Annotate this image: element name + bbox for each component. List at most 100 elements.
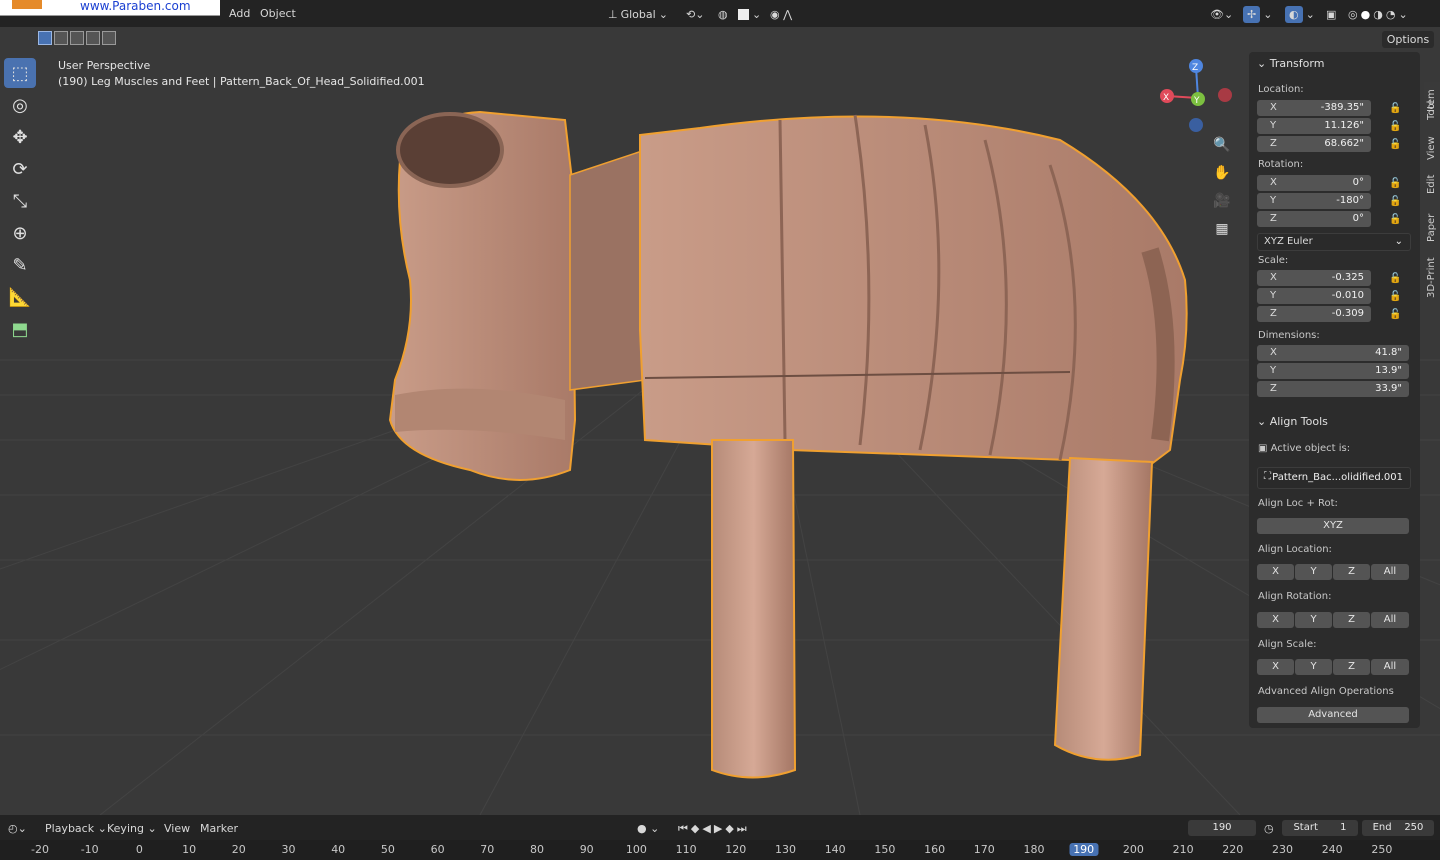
rotation-x-field[interactable]: X 0°	[1257, 175, 1371, 191]
neg-z-axis-icon[interactable]	[1189, 118, 1203, 132]
select-new-icon[interactable]	[38, 31, 52, 45]
align-rotation-y-button[interactable]: Y	[1295, 612, 1332, 628]
move-tool-icon[interactable]: ✥	[4, 122, 36, 152]
current-frame-marker[interactable]: 190	[1069, 843, 1099, 856]
align-xyz-button[interactable]: XYZ	[1257, 518, 1409, 534]
align-rotation-all-button[interactable]: All	[1371, 612, 1409, 628]
location-y-field[interactable]: Y 11.126"	[1257, 118, 1371, 134]
select-subtract-icon[interactable]	[70, 31, 84, 45]
jump-end-icon[interactable]: ⏭	[737, 822, 750, 835]
overlay-toggle[interactable]: ◐ ⌄	[1285, 5, 1315, 23]
xray-toggle[interactable]: ▣	[1326, 5, 1336, 23]
menu-object[interactable]: Object	[260, 7, 296, 20]
pan-hand-icon[interactable]: ✋	[1210, 161, 1234, 185]
snap-toggle[interactable]: ◍	[718, 5, 728, 23]
current-frame-field[interactable]: 190	[1188, 820, 1256, 836]
select-difference-icon[interactable]	[86, 31, 100, 45]
align-rotation-z-button[interactable]: Z	[1333, 612, 1370, 628]
end-frame-field[interactable]: End 250	[1362, 820, 1434, 836]
rendered-shading-icon[interactable]: ◔	[1386, 8, 1396, 21]
rotation-mode-dropdown[interactable]: XYZ Euler ⌄	[1257, 233, 1411, 251]
dimension-y-field[interactable]: Y 13.9"	[1257, 363, 1409, 379]
align-scale-all-button[interactable]: All	[1371, 659, 1409, 675]
lock-icon[interactable]: 🔓	[1389, 196, 1403, 208]
jump-start-icon[interactable]: ⏮	[678, 822, 691, 835]
align-location-all-button[interactable]: All	[1371, 564, 1409, 580]
lock-icon[interactable]: 🔓	[1389, 291, 1403, 303]
transform-orientation-dropdown[interactable]: ⊥ Global ⌄	[608, 5, 668, 23]
marker-menu[interactable]: Marker	[200, 822, 238, 835]
axis-gizmo[interactable]: Z X Y	[1155, 55, 1235, 135]
scale-x-field[interactable]: X -0.325	[1257, 270, 1371, 286]
dimension-z-field[interactable]: Z 33.9"	[1257, 381, 1409, 397]
rotation-y-field[interactable]: Y -180°	[1257, 193, 1371, 209]
lock-icon[interactable]: 🔓	[1389, 273, 1403, 285]
lock-icon[interactable]: 🔓	[1389, 121, 1403, 133]
options-dropdown[interactable]: Options	[1382, 31, 1434, 48]
navigation-gizmo[interactable]: Z X Y	[1155, 55, 1235, 135]
play-reverse-icon[interactable]: ◀	[702, 822, 713, 835]
material-shading-icon[interactable]: ◑	[1373, 8, 1383, 21]
location-x-field[interactable]: X -389.35"	[1257, 100, 1371, 116]
scale-z-field[interactable]: Z -0.309	[1257, 306, 1371, 322]
pivot-point-dropdown[interactable]: ⟲⌄	[686, 5, 704, 23]
editor-type-icon[interactable]: ◴⌄	[8, 822, 27, 835]
select-box-tool-icon[interactable]: ⬚	[4, 58, 36, 88]
align-scale-y-button[interactable]: Y	[1295, 659, 1332, 675]
menu-add[interactable]: Add	[229, 7, 250, 20]
preview-range-icon[interactable]: ◷	[1264, 822, 1274, 835]
start-frame-field[interactable]: Start 1	[1282, 820, 1358, 836]
frame-tick: 50	[380, 843, 395, 856]
select-intersect-icon[interactable]	[102, 31, 116, 45]
dimension-x-field[interactable]: X 41.8"	[1257, 345, 1409, 361]
align-location-z-button[interactable]: Z	[1333, 564, 1370, 580]
view-menu[interactable]: View	[164, 822, 190, 835]
align-scale-z-button[interactable]: Z	[1333, 659, 1370, 675]
transform-tool-icon[interactable]: ⊕	[4, 218, 36, 248]
camera-icon[interactable]: 🎥	[1210, 189, 1234, 213]
location-z-field[interactable]: Z 68.662"	[1257, 136, 1371, 152]
annotate-tool-icon[interactable]: ✎	[4, 250, 36, 280]
shading-modes[interactable]: ◎ ● ◑ ◔ ⌄	[1348, 5, 1408, 23]
rotation-z-field[interactable]: Z 0°	[1257, 211, 1371, 227]
cursor-tool-icon[interactable]: ◎	[4, 90, 36, 120]
ortho-grid-icon[interactable]: ▦	[1210, 217, 1234, 241]
solid-shading-icon[interactable]: ●	[1361, 8, 1371, 21]
select-extend-icon[interactable]	[54, 31, 68, 45]
scale-tool-icon[interactable]: ⤡	[4, 186, 36, 216]
align-location-y-button[interactable]: Y	[1295, 564, 1332, 580]
measure-tool-icon[interactable]: 📐	[4, 282, 36, 312]
lock-icon[interactable]: 🔓	[1389, 214, 1403, 226]
checkbox-icon[interactable]: ▣	[1258, 443, 1267, 454]
lock-icon[interactable]: 🔓	[1389, 103, 1403, 115]
proportional-editing[interactable]: ◉ ⋀	[770, 5, 792, 23]
frame-ruler[interactable]: -20 -10 0 10 20 30 40 50 60 70 80 90 100 110 120 130 140…	[0, 840, 1440, 860]
add-cube-tool-icon[interactable]: ⬒	[4, 314, 36, 344]
advanced-button[interactable]: Advanced	[1257, 707, 1409, 723]
wireframe-shading-icon[interactable]: ◎	[1348, 8, 1358, 21]
frame-tick: 230	[1272, 843, 1293, 856]
lock-icon[interactable]: 🔓	[1389, 309, 1403, 321]
lock-icon[interactable]: 🔓	[1389, 139, 1403, 151]
align-rotation-x-button[interactable]: X	[1257, 612, 1294, 628]
next-keyframe-icon[interactable]: ◆	[725, 822, 736, 835]
gizmo-toggle[interactable]: ✢ ⌄	[1243, 5, 1272, 23]
play-icon[interactable]: ▶	[714, 822, 725, 835]
align-tools-header[interactable]: ⌄ Align Tools	[1257, 415, 1328, 428]
transform-header[interactable]: ⌄ Transform	[1257, 57, 1324, 70]
active-object-field[interactable]: ⛶ Pattern_Bac...olidified.001	[1257, 467, 1411, 489]
neg-x-axis-icon[interactable]	[1218, 88, 1232, 102]
record-toggle[interactable]: ● ⌄	[637, 822, 659, 835]
rotate-tool-icon[interactable]: ⟳	[4, 154, 36, 184]
scale-y-field[interactable]: Y -0.010	[1257, 288, 1371, 304]
align-location-x-button[interactable]: X	[1257, 564, 1294, 580]
prev-keyframe-icon[interactable]: ◆	[691, 822, 702, 835]
lock-icon[interactable]: 🔓	[1389, 178, 1403, 190]
selected-mesh[interactable]	[388, 110, 1188, 779]
playback-menu[interactable]: Playback ⌄	[45, 822, 107, 835]
snap-target-dropdown[interactable]: ⌄	[738, 5, 761, 23]
visibility-dropdown[interactable]: 👁⌄	[1210, 5, 1233, 23]
keying-menu[interactable]: Keying ⌄	[107, 822, 157, 835]
align-scale-x-button[interactable]: X	[1257, 659, 1294, 675]
zoom-icon[interactable]: 🔍	[1210, 133, 1234, 157]
